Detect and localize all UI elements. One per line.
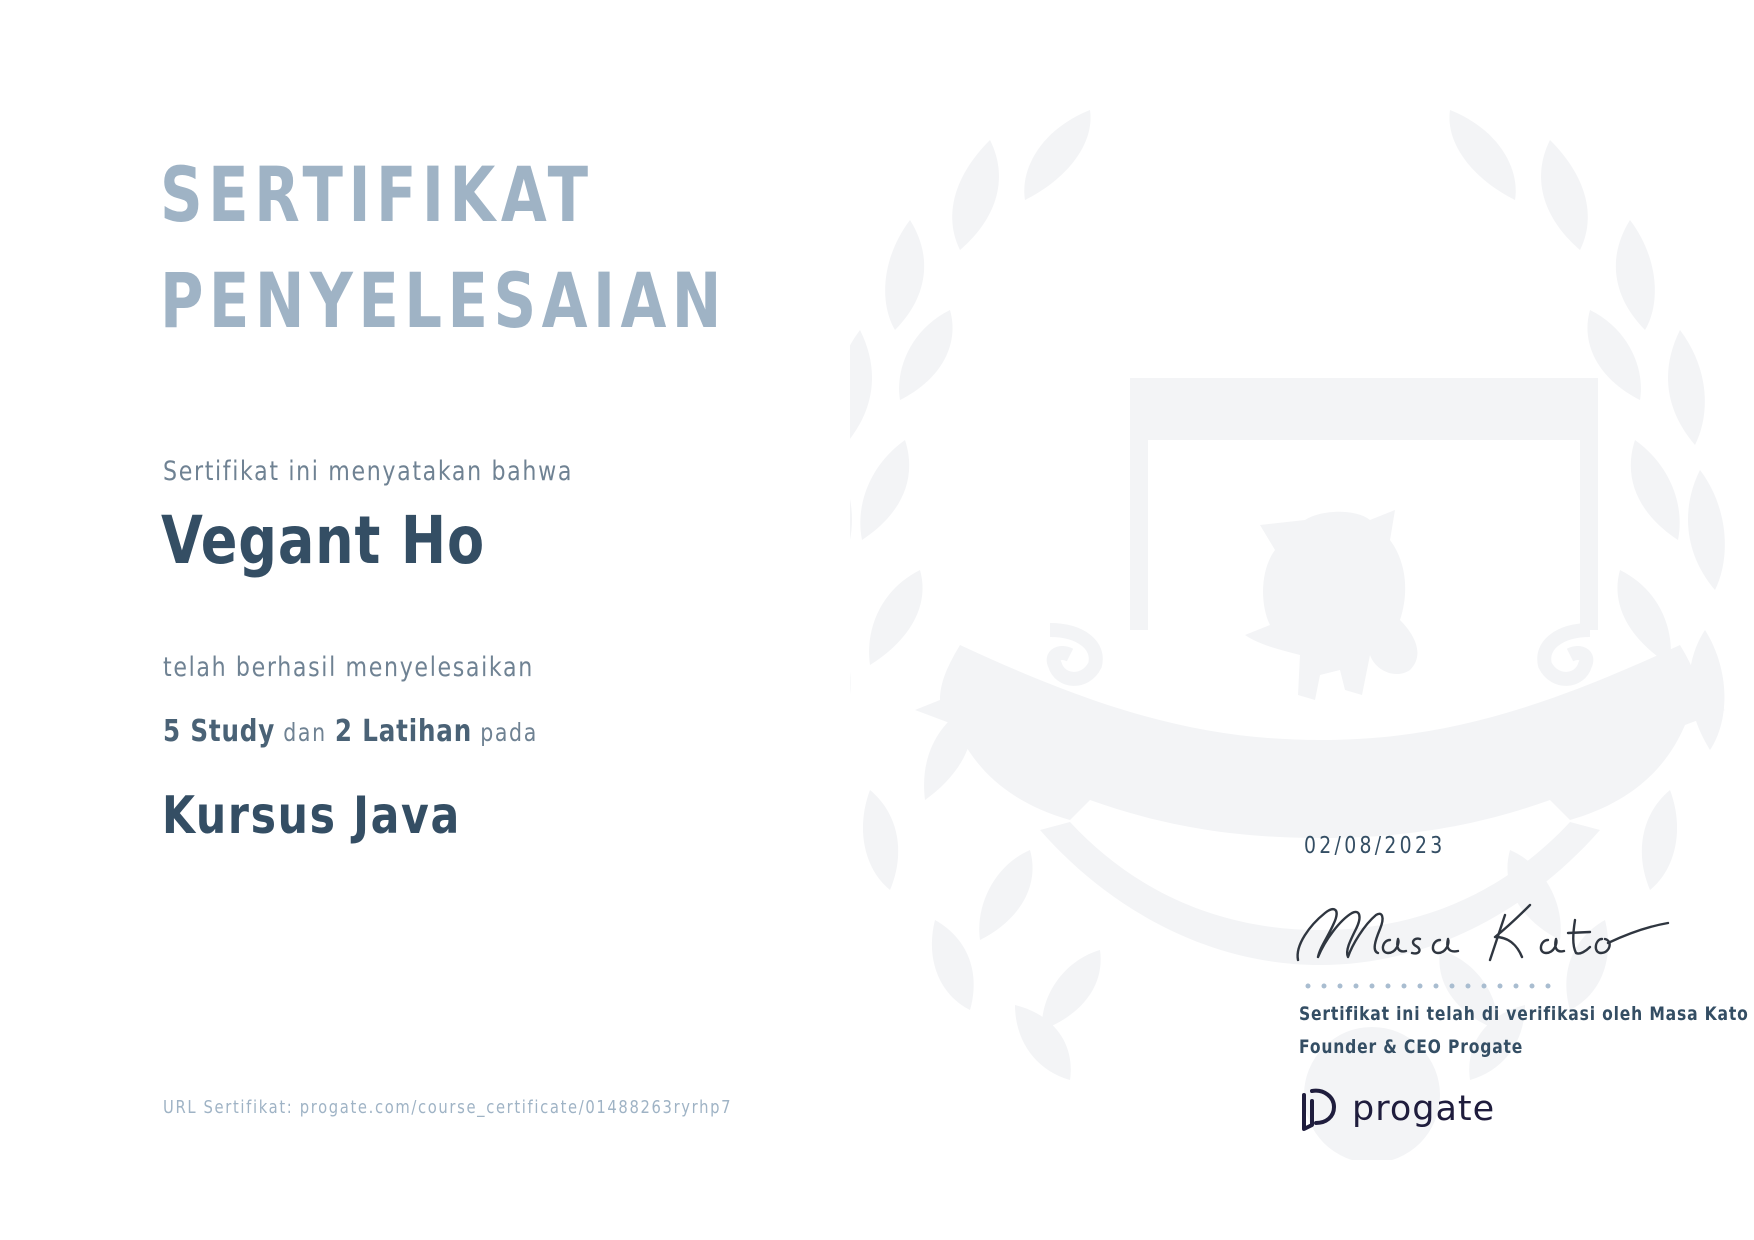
certificate: SERTIFIKAT PENYELESAIAN Sertifikat ini m… — [0, 0, 1754, 1240]
signature — [1296, 903, 1670, 989]
title-line-1: SERTIFIKAT — [160, 150, 594, 239]
intro-text: Sertifikat ini menyatakan bahwa — [163, 456, 574, 487]
verification-block: Sertifikat ini telah di verifikasi oleh … — [1299, 998, 1749, 1064]
verified-by-text: Sertifikat ini telah di verifikasi oleh … — [1299, 1003, 1749, 1025]
progate-logo: progate — [1300, 1085, 1495, 1133]
completed-text: telah berhasil menyelesaikan — [163, 652, 534, 683]
brand-name: progate — [1352, 1088, 1496, 1129]
study-count: 5 Study — [163, 714, 276, 749]
signer-role: Founder & CEO Progate — [1299, 1036, 1524, 1058]
recipient-name: Vegant Ho — [161, 502, 485, 579]
on-word: pada — [480, 718, 538, 747]
exercise-count: 2 Latihan — [334, 714, 473, 749]
certificate-url: URL Sertifikat: progate.com/course_certi… — [163, 1097, 733, 1118]
completion-counts: 5 Study dan 2 Latihan pada — [163, 714, 538, 749]
issue-date: 02/08/2023 — [1304, 833, 1446, 859]
title-line-2: PENYELESAIAN — [160, 256, 727, 345]
course-name: Kursus Java — [162, 786, 461, 846]
progate-logo-icon — [1302, 1088, 1336, 1131]
certificate-title: SERTIFIKAT PENYELESAIAN — [160, 142, 727, 354]
and-word: dan — [283, 718, 327, 747]
